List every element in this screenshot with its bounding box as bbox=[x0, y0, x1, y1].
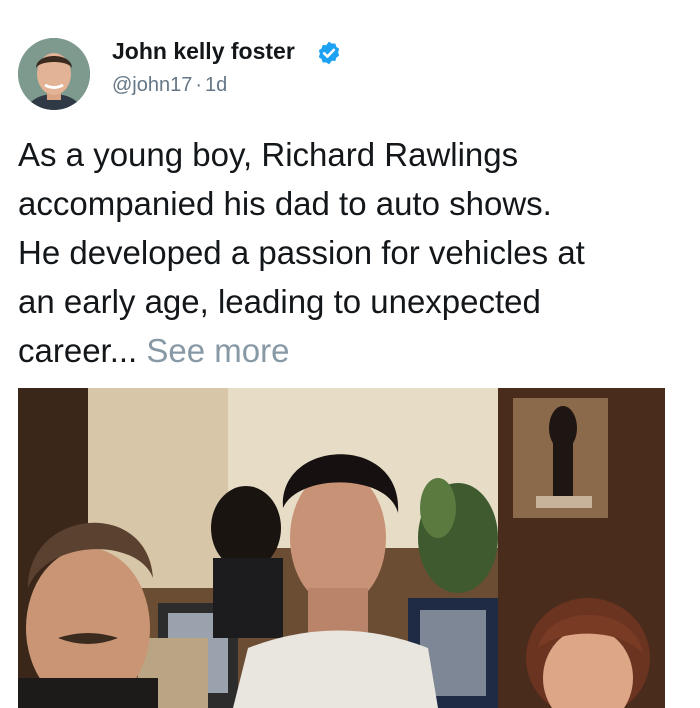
post-timestamp[interactable]: 1d bbox=[205, 74, 227, 96]
post-text-line: He developed a passion for vehicles at bbox=[18, 234, 585, 271]
see-more-link[interactable]: See more bbox=[146, 332, 289, 369]
post-meta: @john17 · 1d bbox=[112, 74, 227, 97]
post-photo[interactable] bbox=[18, 388, 665, 708]
post-text-line: As a young boy, Richard Rawlings bbox=[18, 136, 519, 173]
post-text-line: accompanied his dad to auto shows. bbox=[18, 185, 552, 222]
verified-badge-icon bbox=[318, 41, 340, 65]
post-text-line: an early age, leading to unexpected bbox=[18, 283, 541, 320]
post-text-truncated: career... bbox=[18, 332, 138, 369]
author-handle[interactable]: @john17 bbox=[112, 74, 192, 96]
family-photo-image bbox=[18, 388, 665, 708]
person-avatar-icon bbox=[18, 38, 90, 110]
author-avatar[interactable] bbox=[18, 38, 90, 110]
post-text-last-line: career... See more bbox=[18, 326, 688, 375]
post-card: John kelly foster @john17 · 1d As a young … bbox=[0, 0, 700, 708]
meta-separator: · bbox=[195, 74, 203, 96]
author-name[interactable]: John kelly foster bbox=[112, 38, 295, 65]
post-text: As a young boy, Richard Rawlings accompa… bbox=[18, 130, 688, 375]
